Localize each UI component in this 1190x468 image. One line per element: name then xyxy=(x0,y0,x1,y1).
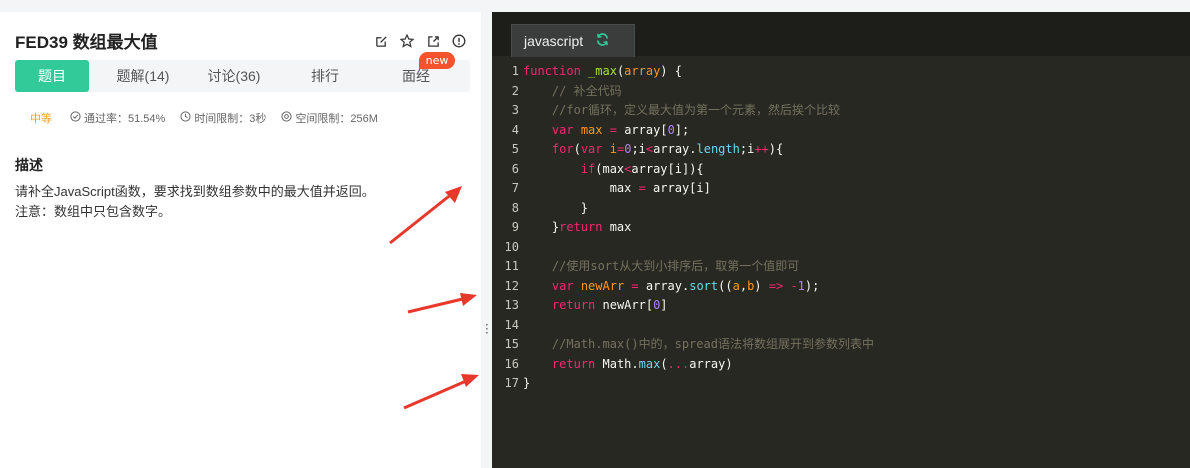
clock-icon xyxy=(180,111,191,125)
annotation-arrow xyxy=(403,374,479,410)
annotation-arrow xyxy=(389,186,462,245)
memory-icon xyxy=(281,111,293,125)
line-number: 1 xyxy=(511,64,519,78)
annotation-arrow xyxy=(407,293,477,314)
line-number: 6 xyxy=(511,161,519,176)
share-icon[interactable] xyxy=(424,32,442,50)
code-line: 10 xyxy=(492,238,1190,258)
language-label: javascript xyxy=(524,33,584,49)
code-line: 9 }return max xyxy=(492,218,1190,238)
code-line: 13 return newArr[0] xyxy=(492,296,1190,316)
description-line: 注意：数组中只包含数字。 xyxy=(15,204,172,219)
description-heading: 描述 xyxy=(15,157,43,173)
line-number: 17 xyxy=(504,376,519,390)
code-line: 6 if(max<array[i]){ xyxy=(492,160,1190,180)
line-number: 14 xyxy=(504,317,519,332)
code-line: 5 for(var i=0;i<array.length;i++){ xyxy=(492,140,1190,160)
tab-discussion[interactable]: 讨论(36) xyxy=(197,60,271,92)
code-line: 14 xyxy=(492,316,1190,336)
code-line: 15 //Math.max()中的，spread语法将数组展开到参数列表中 xyxy=(492,335,1190,355)
space-limit: 空间限制：256M xyxy=(281,110,378,126)
refresh-icon[interactable] xyxy=(595,32,610,51)
tab-solutions[interactable]: 题解(14) xyxy=(106,60,180,92)
pass-rate: 通过率：51.54% xyxy=(70,110,165,126)
line-number: 8 xyxy=(511,200,519,215)
title-actions xyxy=(372,32,468,50)
new-badge: new xyxy=(419,52,455,69)
time-limit: 时间限制：3秒 xyxy=(180,110,266,126)
code-line: 11 //使用sort从大到小排序后，取第一个值即可 xyxy=(492,257,1190,277)
code-line: 16 return Math.max(...array) xyxy=(492,355,1190,375)
problem-meta: 中等 通过率：51.54% 时间限制：3秒 空间限制：256M xyxy=(30,110,393,126)
difficulty-label: 中等 xyxy=(30,113,52,125)
code-area[interactable]: 1 function _max(array) { 2 // 补全代码 3 //fo… xyxy=(492,62,1190,394)
check-circle-icon xyxy=(70,111,81,125)
tab-problem[interactable]: 题目 xyxy=(15,60,89,92)
code-line: 17} xyxy=(492,374,1190,394)
time-limit-text: 时间限制：3秒 xyxy=(194,113,267,125)
pass-rate-text: 通过率：51.54% xyxy=(84,113,166,125)
problem-tabs: 题目 题解(14) 讨论(36) 排行 面经 xyxy=(15,60,470,92)
line-number: 7 xyxy=(511,181,519,195)
code-line: 3 //for循环，定义最大值为第一个元素，然后挨个比较 xyxy=(492,101,1190,121)
line-number: 16 xyxy=(504,356,519,371)
code-editor[interactable]: javascript 1 function _max(array) { 2 // … xyxy=(492,12,1190,468)
problem-title: FED39 数组最大值 xyxy=(15,33,158,52)
tab-ranking[interactable]: 排行 xyxy=(288,60,362,92)
line-number: 5 xyxy=(511,142,519,156)
star-icon[interactable] xyxy=(398,32,416,50)
line-number: 11 xyxy=(504,259,519,273)
space-limit-text: 空间限制：256M xyxy=(295,113,378,125)
language-tab[interactable]: javascript xyxy=(511,24,635,57)
description: 请补全JavaScript函数，要求找到数组参数中的最大值并返回。 注意：数组中… xyxy=(15,182,375,222)
line-number: 2 xyxy=(511,83,519,98)
editor-header: javascript xyxy=(492,12,1190,57)
line-number: 15 xyxy=(504,337,519,351)
info-icon[interactable] xyxy=(450,32,468,50)
line-number: 9 xyxy=(511,220,519,234)
code-line: 7 max = array[i] xyxy=(492,179,1190,199)
code-line: 8 } xyxy=(492,199,1190,219)
line-number: 10 xyxy=(504,239,519,254)
code-line: 1 function _max(array) { xyxy=(492,62,1190,82)
line-number: 13 xyxy=(504,298,519,312)
edit-icon[interactable] xyxy=(372,32,390,50)
line-number: 3 xyxy=(511,103,519,117)
line-number: 12 xyxy=(504,278,519,293)
code-line: 12 var newArr = array.sort((a,b) => -1); xyxy=(492,277,1190,297)
line-number: 4 xyxy=(511,122,519,137)
panel-divider[interactable]: · · · xyxy=(482,0,492,468)
description-line: 请补全JavaScript函数，要求找到数组参数中的最大值并返回。 xyxy=(15,184,375,199)
code-line: 4 var max = array[0]; xyxy=(492,121,1190,141)
code-line: 2 // 补全代码 xyxy=(492,82,1190,102)
drag-handle-icon[interactable]: · · · xyxy=(485,319,489,339)
